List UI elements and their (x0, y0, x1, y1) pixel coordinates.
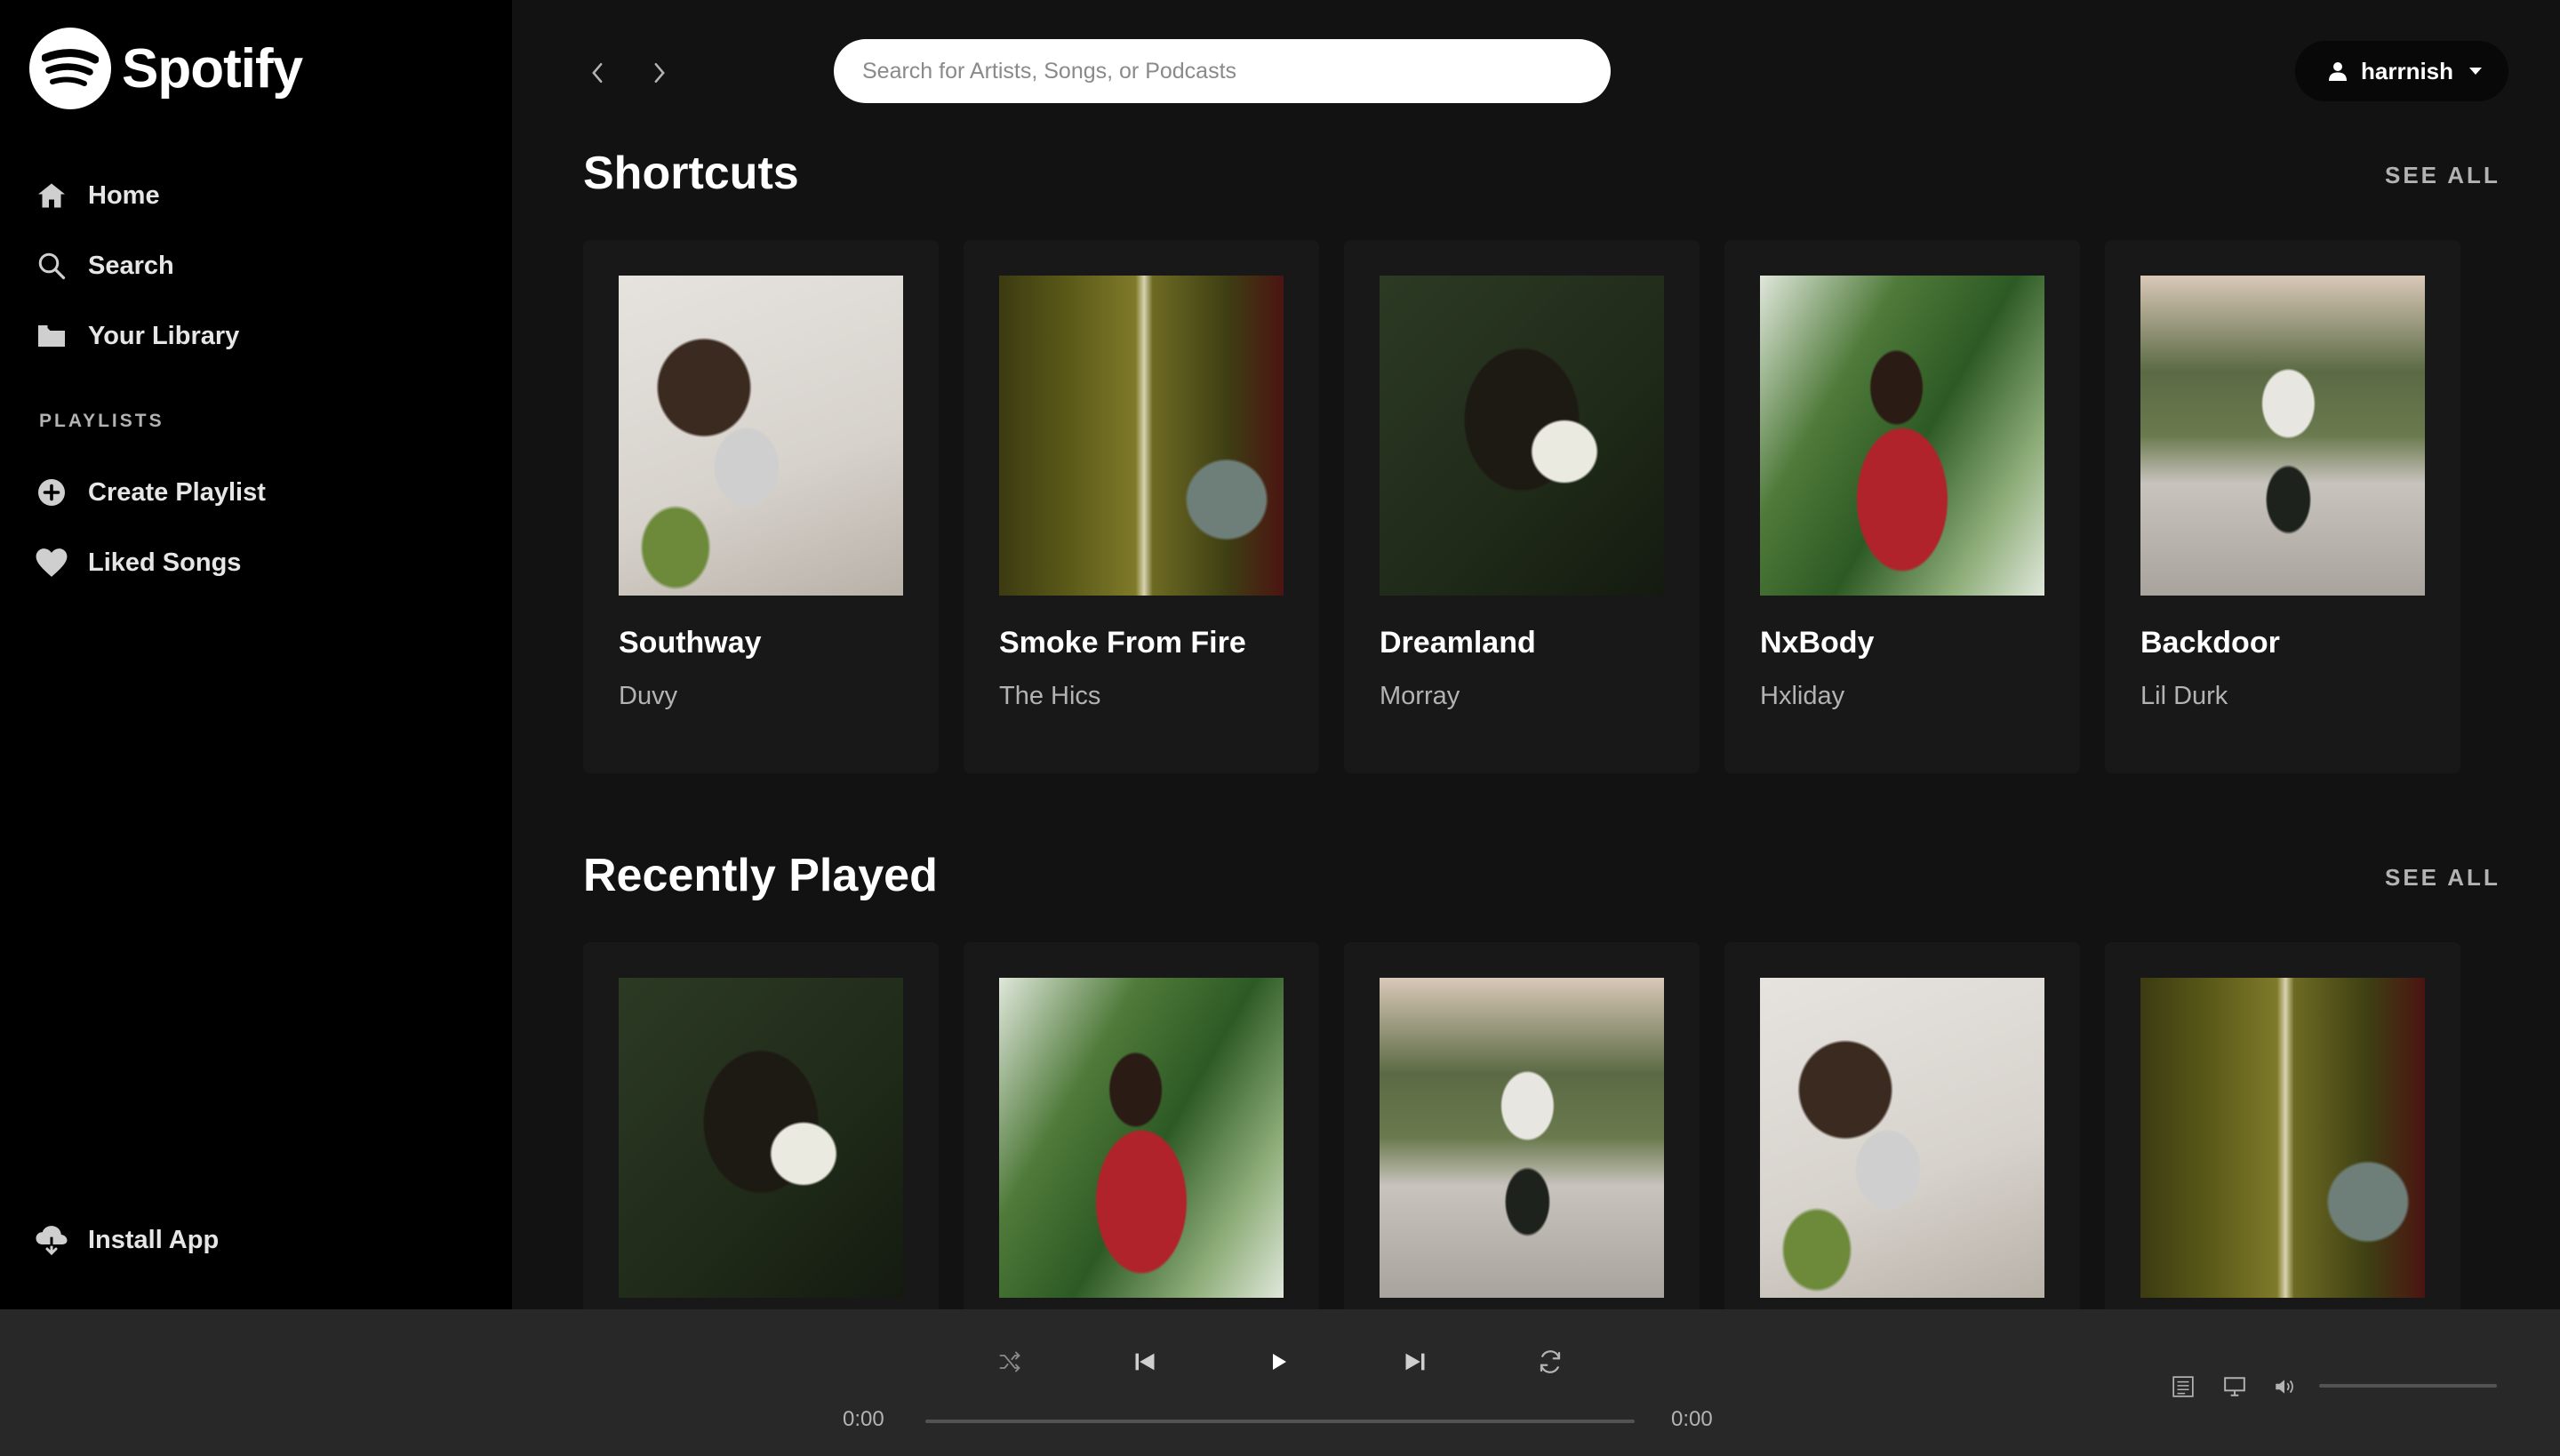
chevron-left-icon (592, 62, 603, 84)
album-art (1380, 276, 1664, 596)
nav-item-label: Home (88, 180, 160, 210)
liked-songs-label: Liked Songs (88, 548, 242, 577)
volume-icon (2276, 1380, 2293, 1394)
card-artist: Morray (1380, 682, 1460, 710)
nav-item-search[interactable]: Search (34, 239, 239, 292)
current-time: 0:00 (843, 1407, 884, 1431)
recently-played-title: Recently Played (583, 850, 938, 901)
card-artist: Duvy (619, 682, 678, 710)
volume-button[interactable] (2267, 1369, 2302, 1404)
playlist-actions: Create Playlist Liked Songs (34, 466, 266, 606)
next-track-button[interactable] (1397, 1344, 1433, 1380)
user-icon (2329, 62, 2347, 81)
album-art (619, 978, 903, 1298)
search-icon (34, 248, 69, 284)
card-artist: Hxliday (1760, 682, 1845, 710)
progress-bar[interactable] (925, 1420, 1635, 1423)
shortcut-card-backdoor[interactable]: Backdoor Lil Durk (2105, 240, 2460, 773)
repeat-button[interactable] (1532, 1344, 1568, 1380)
queue-button[interactable] (2165, 1369, 2201, 1404)
spotify-wordmark: Spotify (122, 37, 303, 100)
library-icon (34, 318, 69, 354)
monitor-icon (2224, 1377, 2245, 1396)
card-title: Smoke From Fire (999, 626, 1246, 660)
shuffle-icon (999, 1351, 1020, 1372)
skip-forward-icon (1405, 1353, 1425, 1371)
album-art (999, 978, 1284, 1298)
shortcuts-see-all-link[interactable]: SEE ALL (2385, 162, 2500, 189)
album-art (999, 276, 1284, 596)
playlists-heading: PLAYLISTS (39, 411, 164, 431)
nav-item-library[interactable]: Your Library (34, 309, 239, 363)
card-artist: Lil Durk (2140, 682, 2228, 710)
skip-back-icon (1135, 1353, 1155, 1371)
total-time: 0:00 (1671, 1407, 1713, 1431)
chevron-right-icon (654, 62, 665, 84)
caret-down-icon (2469, 68, 2483, 75)
forward-button[interactable] (642, 55, 677, 91)
album-art (2140, 276, 2425, 596)
queue-icon (2172, 1376, 2194, 1397)
create-playlist-label: Create Playlist (88, 477, 266, 507)
recently-played-see-all-link[interactable]: SEE ALL (2385, 864, 2500, 892)
shortcut-card-dreamland[interactable]: Dreamland Morray (1344, 240, 1700, 773)
user-menu-button[interactable]: harrnish (2295, 41, 2508, 101)
top-bar: harrnish (512, 0, 2560, 142)
album-art (1760, 978, 2044, 1298)
sidebar: Spotify Home Search Your Library PLAYLIS… (0, 0, 512, 1309)
home-icon (34, 178, 69, 213)
main-nav: Home Search Your Library (34, 169, 239, 380)
recent-card[interactable] (964, 942, 1319, 1309)
card-title: Southway (619, 626, 762, 660)
album-art (2140, 978, 2425, 1298)
nav-item-label: Your Library (88, 321, 240, 350)
volume-slider[interactable] (2319, 1384, 2497, 1388)
install-app-label: Install App (88, 1225, 220, 1254)
card-title: Backdoor (2140, 626, 2280, 660)
liked-songs-button[interactable]: Liked Songs (34, 536, 266, 589)
shuffle-button[interactable] (992, 1344, 1028, 1380)
album-art (1760, 276, 2044, 596)
install-app-button[interactable]: Install App (34, 1222, 219, 1258)
search-input[interactable] (834, 39, 1611, 103)
card-artist: The Hics (999, 682, 1101, 710)
album-art (1380, 978, 1664, 1298)
back-button[interactable] (580, 55, 615, 91)
album-art (619, 276, 903, 596)
create-playlist-button[interactable]: Create Playlist (34, 466, 266, 519)
play-button[interactable] (1260, 1344, 1296, 1380)
nav-item-label: Search (88, 251, 174, 280)
recent-card[interactable] (1724, 942, 2080, 1309)
shortcut-card-smoke-from-fire[interactable]: Smoke From Fire The Hics (964, 240, 1319, 773)
repeat-icon (1540, 1350, 1561, 1373)
recent-card[interactable] (1344, 942, 1700, 1309)
heart-icon (34, 545, 69, 580)
shortcut-card-nxbody[interactable]: NxBody Hxliday (1724, 240, 2080, 773)
shortcut-card-southway[interactable]: Southway Duvy (583, 240, 939, 773)
nav-item-home[interactable]: Home (34, 169, 239, 222)
card-title: NxBody (1760, 626, 1875, 660)
connect-device-button[interactable] (2217, 1369, 2252, 1404)
spotify-logo[interactable]: Spotify (29, 28, 303, 109)
plus-circle-icon (34, 475, 69, 510)
cloud-download-icon (34, 1222, 69, 1258)
play-icon (1273, 1354, 1286, 1370)
username: harrnish (2361, 57, 2454, 84)
previous-track-button[interactable] (1127, 1344, 1163, 1380)
card-title: Dreamland (1380, 626, 1536, 660)
spotify-logo-icon (29, 28, 111, 109)
recent-card[interactable] (2105, 942, 2460, 1309)
shortcuts-title: Shortcuts (583, 148, 799, 199)
recent-card[interactable] (583, 942, 939, 1309)
